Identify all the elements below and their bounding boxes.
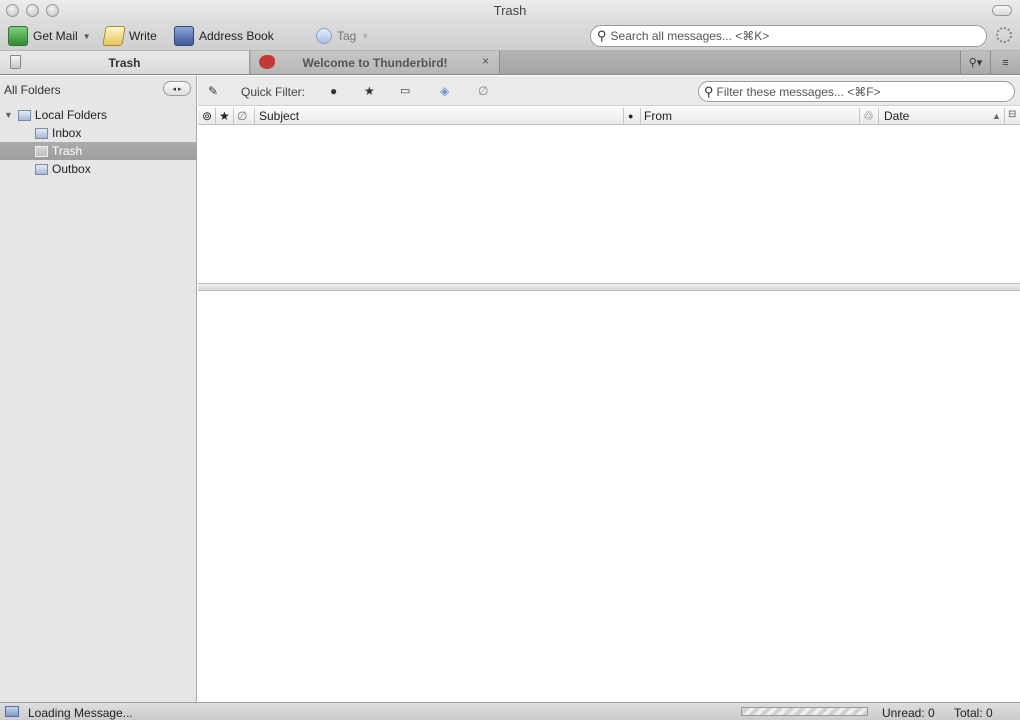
contact-icon[interactable]: ▭ [400, 84, 410, 97]
close-tab-button[interactable]: × [482, 54, 489, 68]
address-book-button[interactable]: Address Book [174, 25, 274, 47]
message-pane [198, 291, 1020, 702]
column-picker-icon[interactable]: ⊟ [1008, 109, 1016, 120]
chevron-down-icon[interactable]: ▼ [83, 32, 91, 41]
get-mail-icon [8, 26, 28, 46]
tab-welcome[interactable]: Welcome to Thunderbird! × [251, 51, 500, 74]
window-title: Trash [493, 3, 527, 18]
thread-column-header: ⊚ ★ ∅ Subject ● From ♲ Date ▲ ⊟ [198, 107, 1020, 125]
write-label: Write [129, 29, 157, 43]
tab-trash[interactable]: Trash [0, 51, 250, 74]
address-book-icon [174, 26, 194, 46]
filter-messages-input[interactable] [716, 84, 1014, 99]
unread-dot-icon[interactable]: ● [330, 84, 337, 98]
folder-outbox[interactable]: Outbox [0, 160, 197, 178]
folder-label: Inbox [52, 126, 82, 140]
unread-count: Unread: 0 [882, 706, 935, 720]
trash-icon [35, 145, 48, 157]
folder-pane: All Folders ◂ ▸ ▼ Local Folders Inbox Tr… [0, 76, 197, 702]
inbox-icon [35, 127, 48, 139]
search-all-input[interactable] [610, 29, 986, 43]
star-icon[interactable]: ★ [364, 84, 375, 98]
progress-meter [741, 707, 868, 716]
status-text: Loading Message... [28, 706, 133, 720]
chevron-down-icon: ▼ [361, 31, 370, 41]
junk-status-column-icon[interactable]: ♲ [863, 109, 874, 123]
filter-messages-field[interactable]: ⚲ [698, 81, 1015, 102]
search-icon: ⚲ [704, 83, 714, 99]
online-status-icon[interactable] [5, 706, 19, 717]
get-mail-button[interactable]: Get Mail ▼ [8, 25, 91, 47]
activity-spinner-icon [996, 27, 1012, 43]
from-column-header[interactable]: From [644, 109, 672, 123]
folder-local-folders[interactable]: ▼ Local Folders [0, 106, 197, 124]
tag-label: Tag [337, 29, 357, 43]
write-button[interactable]: Write [102, 25, 157, 47]
folder-label: Outbox [52, 162, 91, 176]
get-mail-label: Get Mail [33, 29, 78, 43]
folder-view-switcher[interactable]: ◂ ▸ [163, 81, 191, 96]
attachment-icon[interactable]: ∅ [478, 84, 488, 98]
total-count: Total: 0 [954, 706, 993, 720]
tag-icon[interactable]: ◈ [440, 84, 449, 98]
computer-icon [17, 109, 31, 121]
tab-label: Trash [108, 55, 141, 70]
thread-column-icon[interactable]: ⊚ [202, 109, 212, 123]
tag-button[interactable]: Tag ▼ [316, 25, 369, 47]
thread-pane[interactable] [198, 125, 1020, 283]
folder-label: Trash [52, 144, 83, 158]
quick-filter-bar: ✎ Quick Filter: ● ★ ▭ ◈ ∅ ⚲ [198, 76, 1020, 106]
unread-column-icon[interactable]: ● [628, 111, 633, 121]
folder-inbox[interactable]: Inbox [0, 124, 197, 142]
write-icon [102, 26, 126, 46]
sticky-pin-icon[interactable]: ✎ [208, 84, 218, 98]
folder-pane-header: All Folders ◂ ▸ [0, 76, 197, 102]
address-book-label: Address Book [199, 29, 274, 43]
star-column-icon[interactable]: ★ [219, 109, 230, 123]
search-all-messages[interactable]: ⚲ [590, 25, 987, 47]
subject-column-header[interactable]: Subject [259, 109, 299, 123]
date-column-header[interactable]: Date [884, 109, 909, 123]
tab-bar: Trash Welcome to Thunderbird! × ⚲▾ ≡ [0, 50, 1020, 75]
disclosure-triangle-icon[interactable]: ▼ [4, 110, 13, 120]
title-bar: Trash [0, 0, 1020, 22]
tag-icon [316, 28, 332, 44]
status-bar: Loading Message... Unread: 0 Total: 0 [0, 702, 1020, 720]
folder-label: Local Folders [34, 108, 107, 122]
tabbar-buttons: ⚲▾ ≡ [960, 51, 1020, 74]
search-icon: ⚲ [597, 28, 607, 43]
tab-label: Welcome to Thunderbird! [302, 55, 448, 70]
search-icon: ⚲▾ [968, 57, 983, 69]
outbox-icon [35, 163, 48, 175]
main-toolbar: Get Mail ▼ Write Address Book Tag ▼ ⚲ [0, 22, 1020, 50]
menu-icon: ≡ [1002, 56, 1009, 69]
app-menu-button[interactable]: ≡ [990, 51, 1020, 74]
attachment-column-icon[interactable]: ∅ [237, 109, 247, 123]
folder-view-label: All Folders [4, 83, 61, 97]
toolbar-toggle-button[interactable] [992, 5, 1012, 16]
quick-filter-label: Quick Filter: [241, 85, 306, 99]
search-menu-button[interactable]: ⚲▾ [960, 51, 990, 74]
folder-trash[interactable]: Trash [0, 142, 197, 160]
sort-ascending-icon: ▲ [992, 111, 1001, 121]
pane-splitter[interactable] [198, 283, 1020, 291]
